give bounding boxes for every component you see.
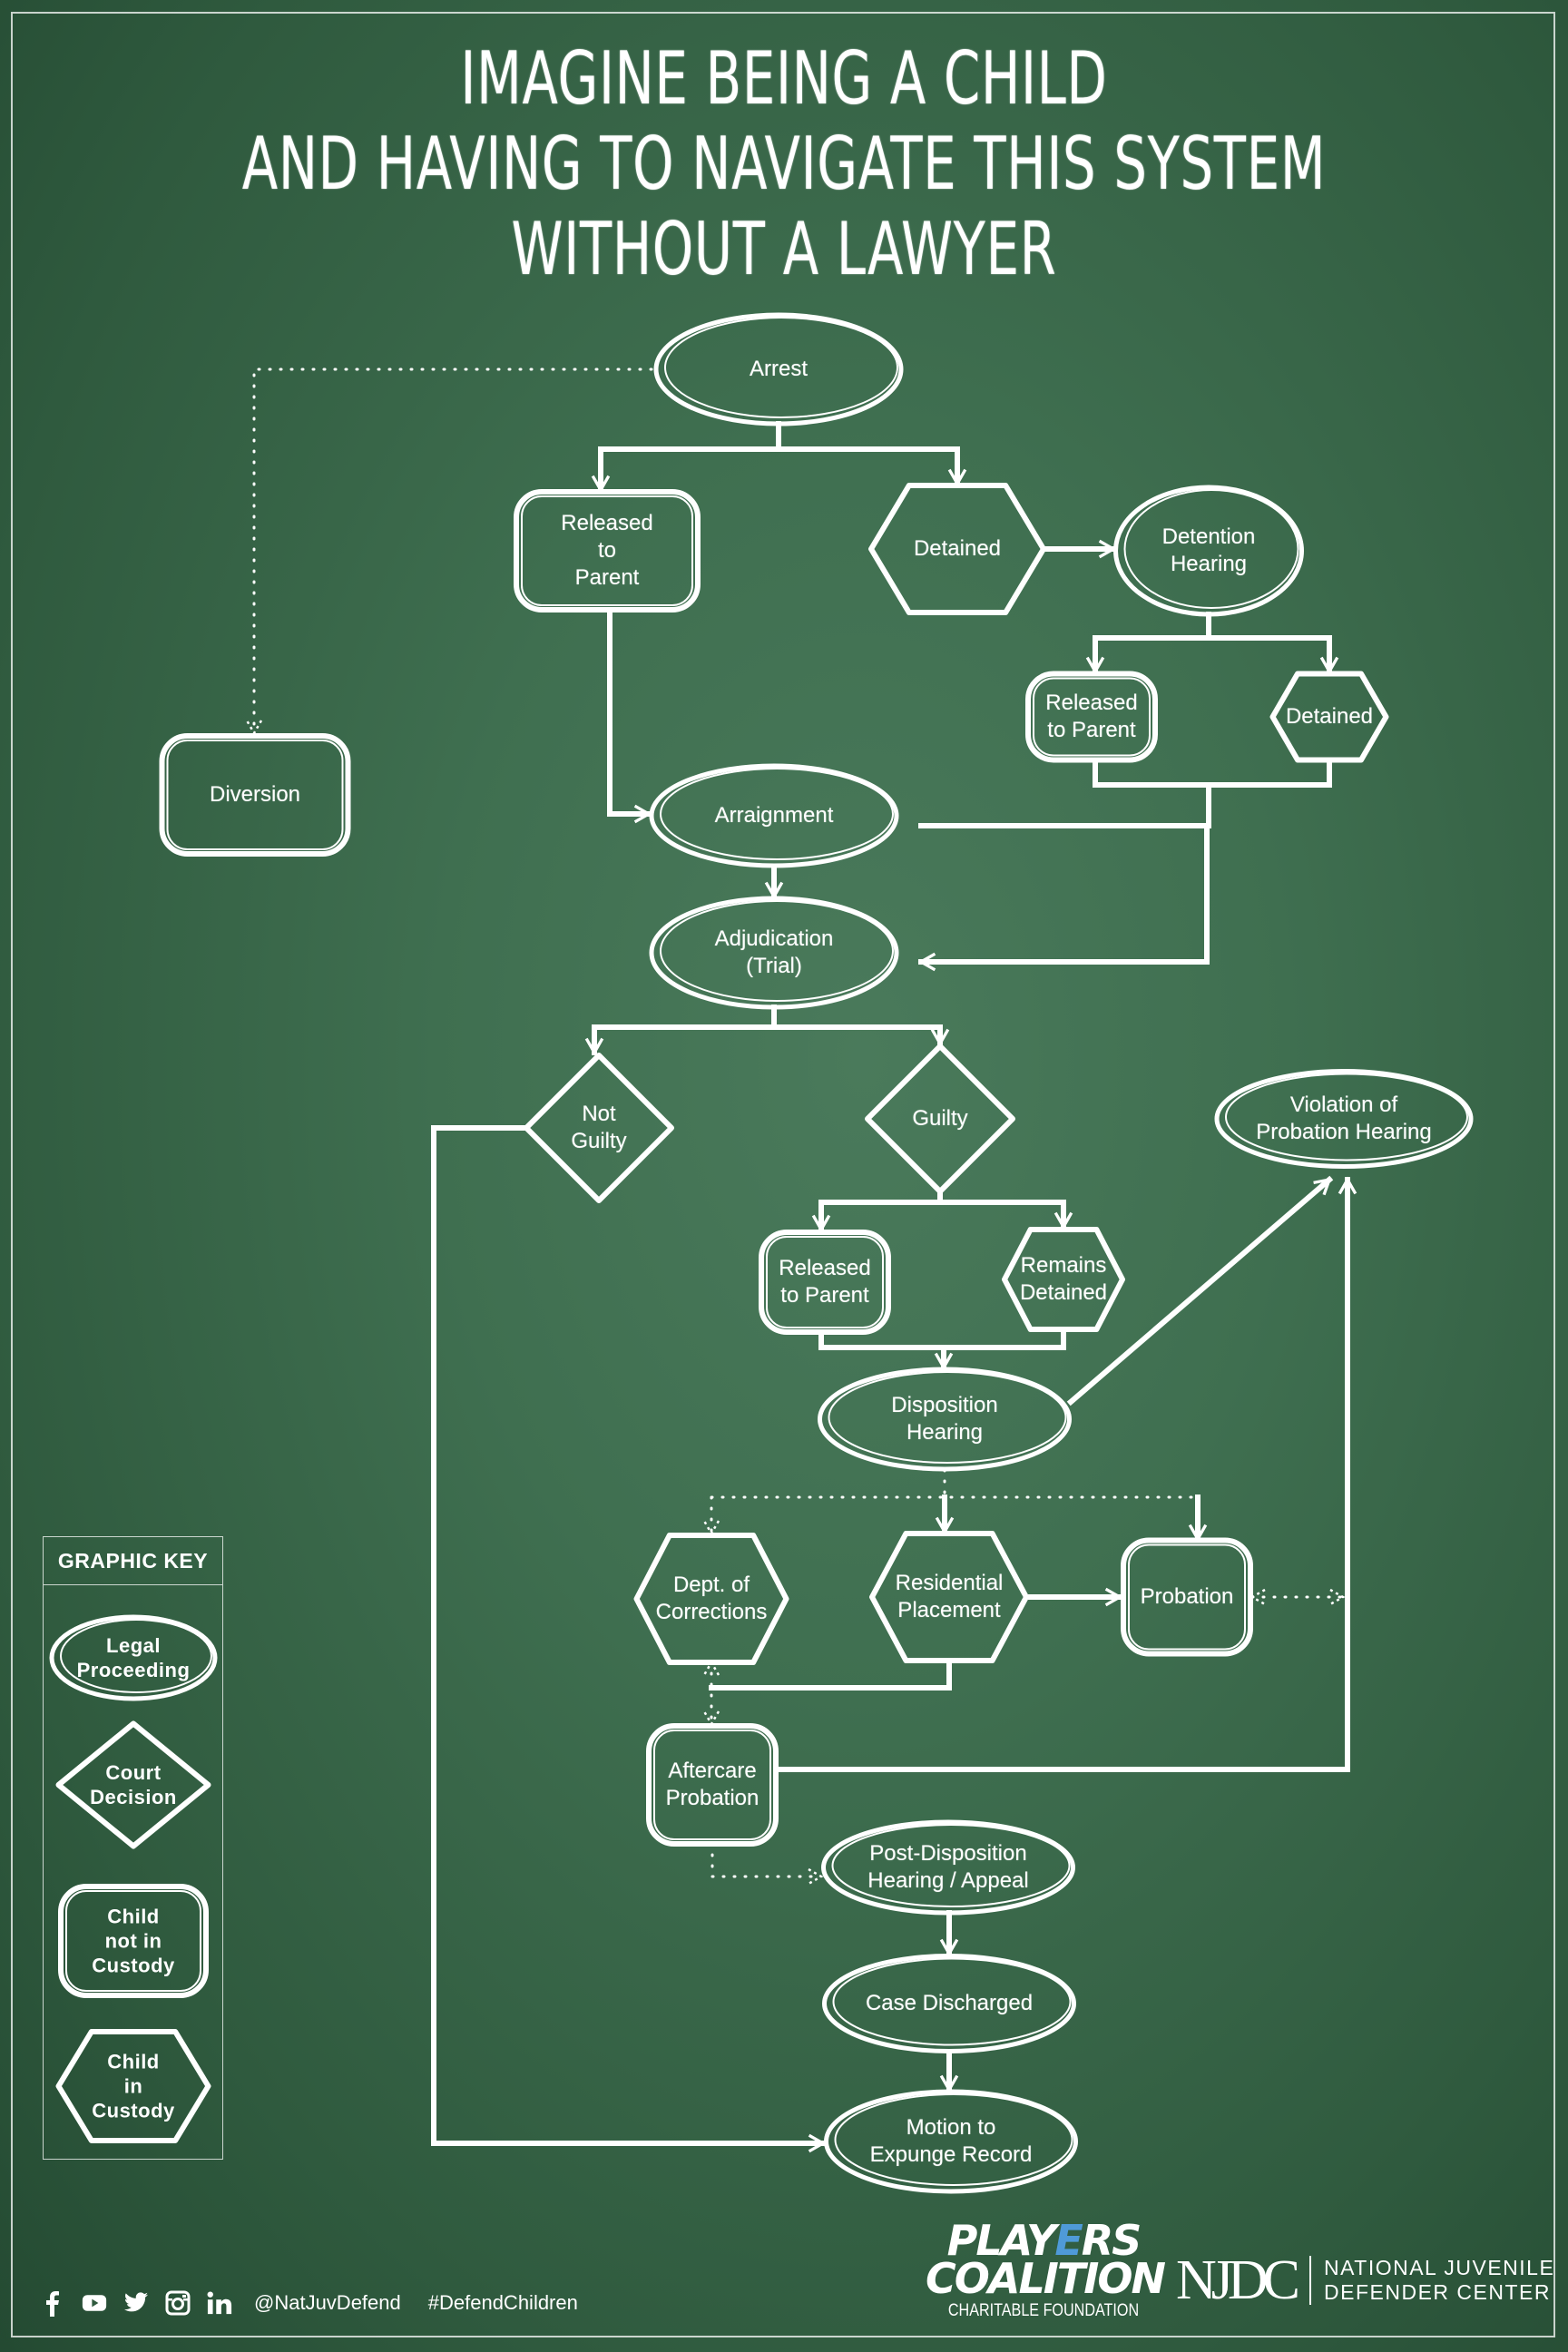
node-label-detained-1: Detained	[913, 536, 1002, 561]
players-coalition-logo: PLAYERS COALITION CHARITABLE FOUNDATION	[926, 2220, 1166, 2321]
twitter-handle[interactable]: @NatJuvDefend	[254, 2291, 401, 2315]
node-label-arraignment: Arraignment	[714, 803, 834, 828]
node-label-detention-hearing: Detention Hearing	[1161, 524, 1256, 576]
graphic-key: GRAPHIC KEY Legal Proceeding Court Decis…	[43, 1536, 223, 2160]
node-label-aftercare-probation: Aftercare Probation	[665, 1759, 760, 1810]
node-label-remains-detained: Remains Detained	[1019, 1253, 1108, 1305]
key-label-legal-proceeding: Legal Proceeding	[76, 1634, 191, 1681]
njdc-name-line: DEFENDER CENTER	[1324, 2280, 1551, 2304]
node-label-arrest: Arrest	[749, 357, 808, 381]
node-label-guilty: Guilty	[912, 1106, 968, 1131]
flowchart	[0, 0, 1474, 2194]
node-label-adjudication: Adjudication (Trial)	[714, 926, 834, 978]
pc-text-coalition: COALITION	[926, 2254, 1166, 2303]
edge-adjudication-to-not-guilty	[594, 1004, 943, 1053]
edge-released-to-parent-2-to-arraignment	[918, 758, 1332, 828]
edge-disposition-hearing-to-violation-hearing	[711, 1468, 1200, 1534]
njdc-monogram: NJDC	[1176, 2249, 1300, 2311]
node-label-detained-2: Detained	[1285, 704, 1374, 729]
node-label-post-disposition: Post-Disposition Hearing / Appeal	[867, 1841, 1029, 1893]
node-shapes	[159, 312, 1474, 2194]
node-label-diversion: Diversion	[209, 782, 301, 807]
key-label-child-in-custody: Child in Custody	[92, 2050, 175, 2122]
edge-detention-hearing-to-released-to-parent-2	[1095, 612, 1332, 671]
instagram-icon[interactable]	[165, 2290, 191, 2316]
linkedin-icon[interactable]	[207, 2290, 232, 2316]
youtube-icon[interactable]	[82, 2290, 107, 2316]
edge-arrest-to-released-to-parent-1	[601, 421, 960, 490]
key-label-child-not-in-custody: Child not in Custody	[92, 1905, 175, 1977]
edge-released-to-parent-1-to-arraignment	[607, 607, 652, 824]
njdc-logo: NJDC NATIONAL JUVENILE DEFENDER CENTER	[1176, 2252, 1554, 2308]
edge-aftercare-probation-to-violation-hearing	[710, 1842, 821, 1877]
node-label-not-guilty: Not Guilty	[571, 1102, 627, 1153]
node-label-released-to-parent-3: Released to Parent	[779, 1256, 871, 1308]
node-label-case-discharged: Case Discharged	[865, 1991, 1034, 2015]
edge-detained-2-to-adjudication	[917, 823, 1210, 972]
njdc-divider	[1309, 2256, 1312, 2305]
pc-subtitle: CHARITABLE FOUNDATION	[947, 2301, 1140, 2320]
njdc-name-line: NATIONAL JUVENILE	[1324, 2256, 1555, 2279]
facebook-icon[interactable]	[40, 2290, 65, 2317]
twitter-icon[interactable]	[123, 2290, 149, 2316]
key-label-court-decision: Court Decision	[90, 1761, 177, 1808]
node-label-motion-expunge: Motion to Expunge Record	[869, 2115, 1033, 2167]
node-label-disposition-hearing: Disposition Hearing	[891, 1393, 998, 1445]
node-label-dept-corrections: Dept. of Corrections	[655, 1573, 768, 1624]
hashtag[interactable]: #DefendChildren	[428, 2291, 578, 2315]
social-bar: @NatJuvDefend #DefendChildren	[40, 2290, 578, 2317]
edge-released-to-parent-3-to-disposition-hearing	[818, 1327, 1066, 1367]
edge-guilty-to-released-to-parent-3	[821, 1189, 1066, 1230]
node-label-released-to-parent-1: Released to Parent	[561, 511, 653, 590]
node-label-probation: Probation	[1140, 1584, 1234, 1609]
node-label-violation-hearing: Violation of Probation Hearing	[1256, 1093, 1432, 1144]
node-label-released-to-parent-2: Released to Parent	[1045, 691, 1138, 742]
node-label-residential-placement: Residential Placement	[895, 1571, 1004, 1622]
edge-remains-detained-to-disposition-hearing	[1066, 1175, 1334, 1406]
